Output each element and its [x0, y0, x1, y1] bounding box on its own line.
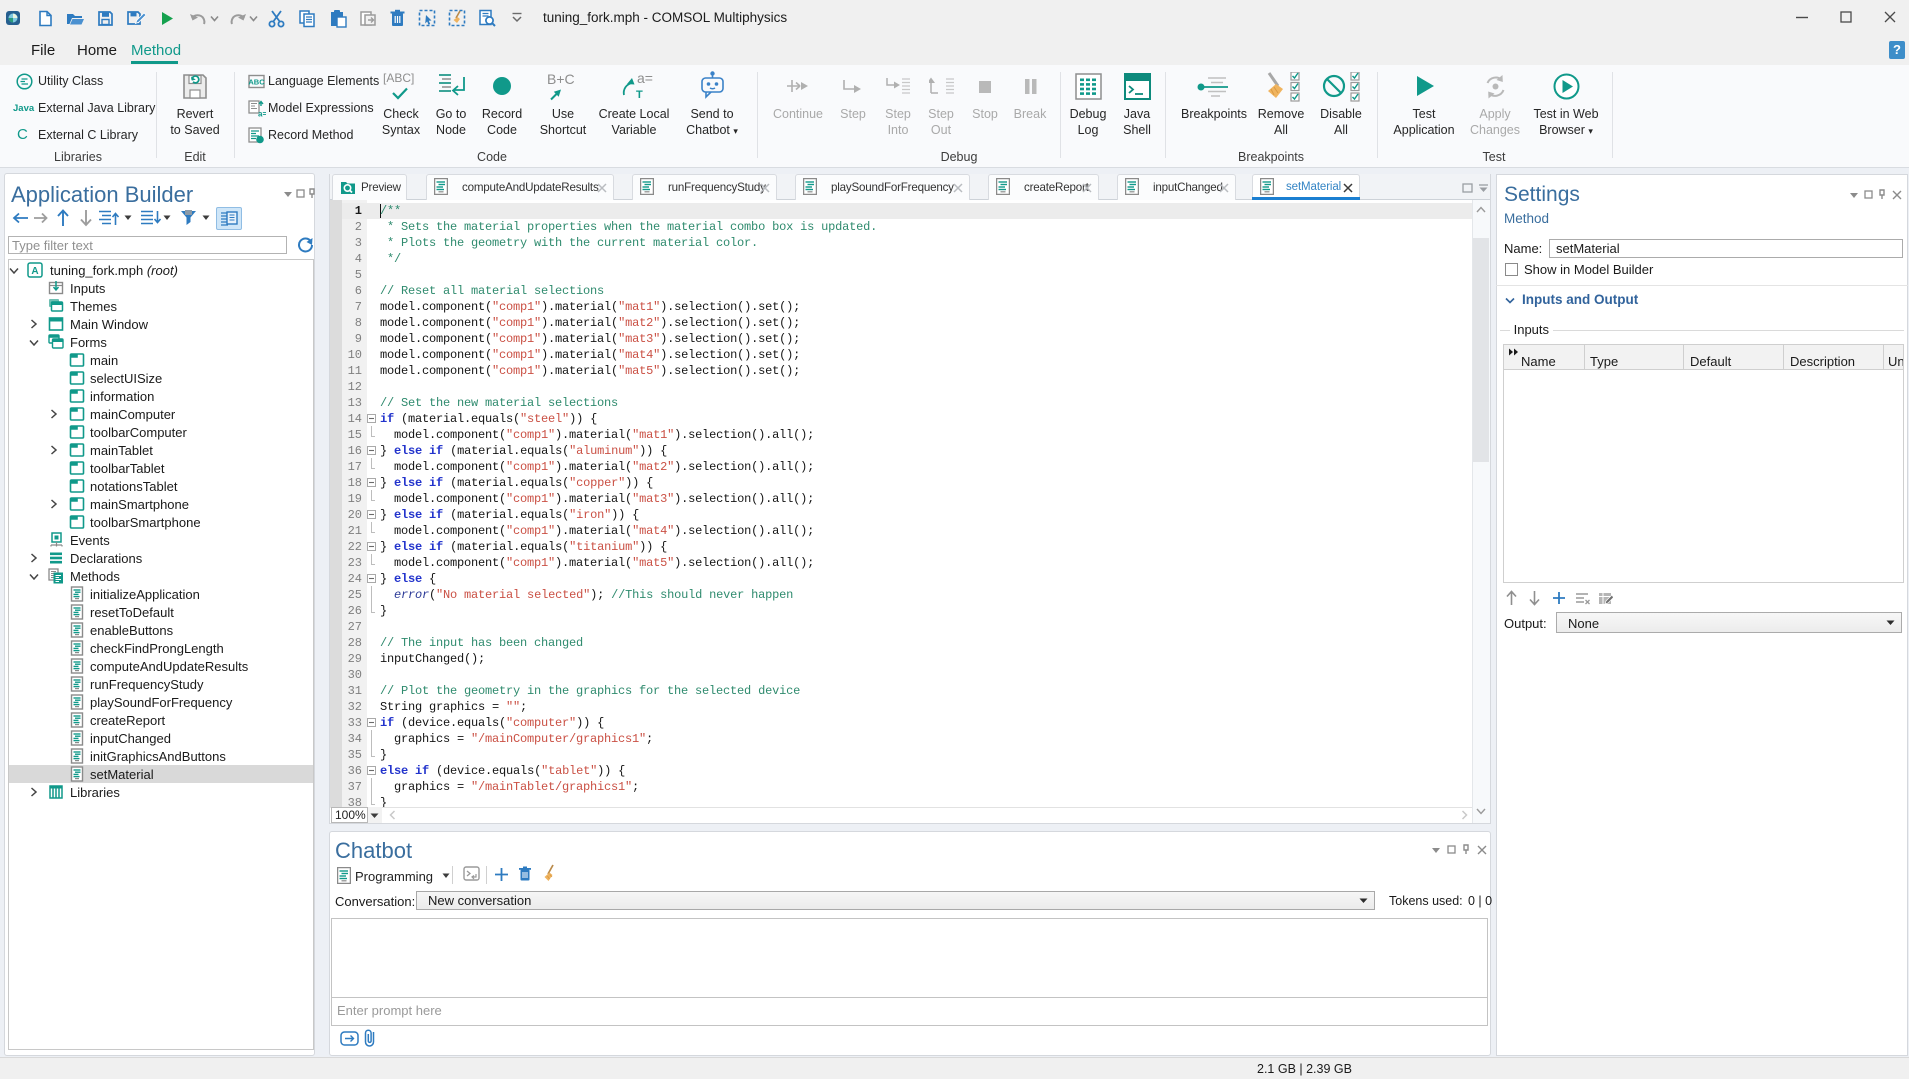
- svg-text:T: T: [636, 89, 643, 100]
- svg-text:a=: a=: [258, 110, 266, 119]
- svg-text:A: A: [31, 266, 38, 277]
- svg-text:ABC: ABC: [248, 78, 265, 87]
